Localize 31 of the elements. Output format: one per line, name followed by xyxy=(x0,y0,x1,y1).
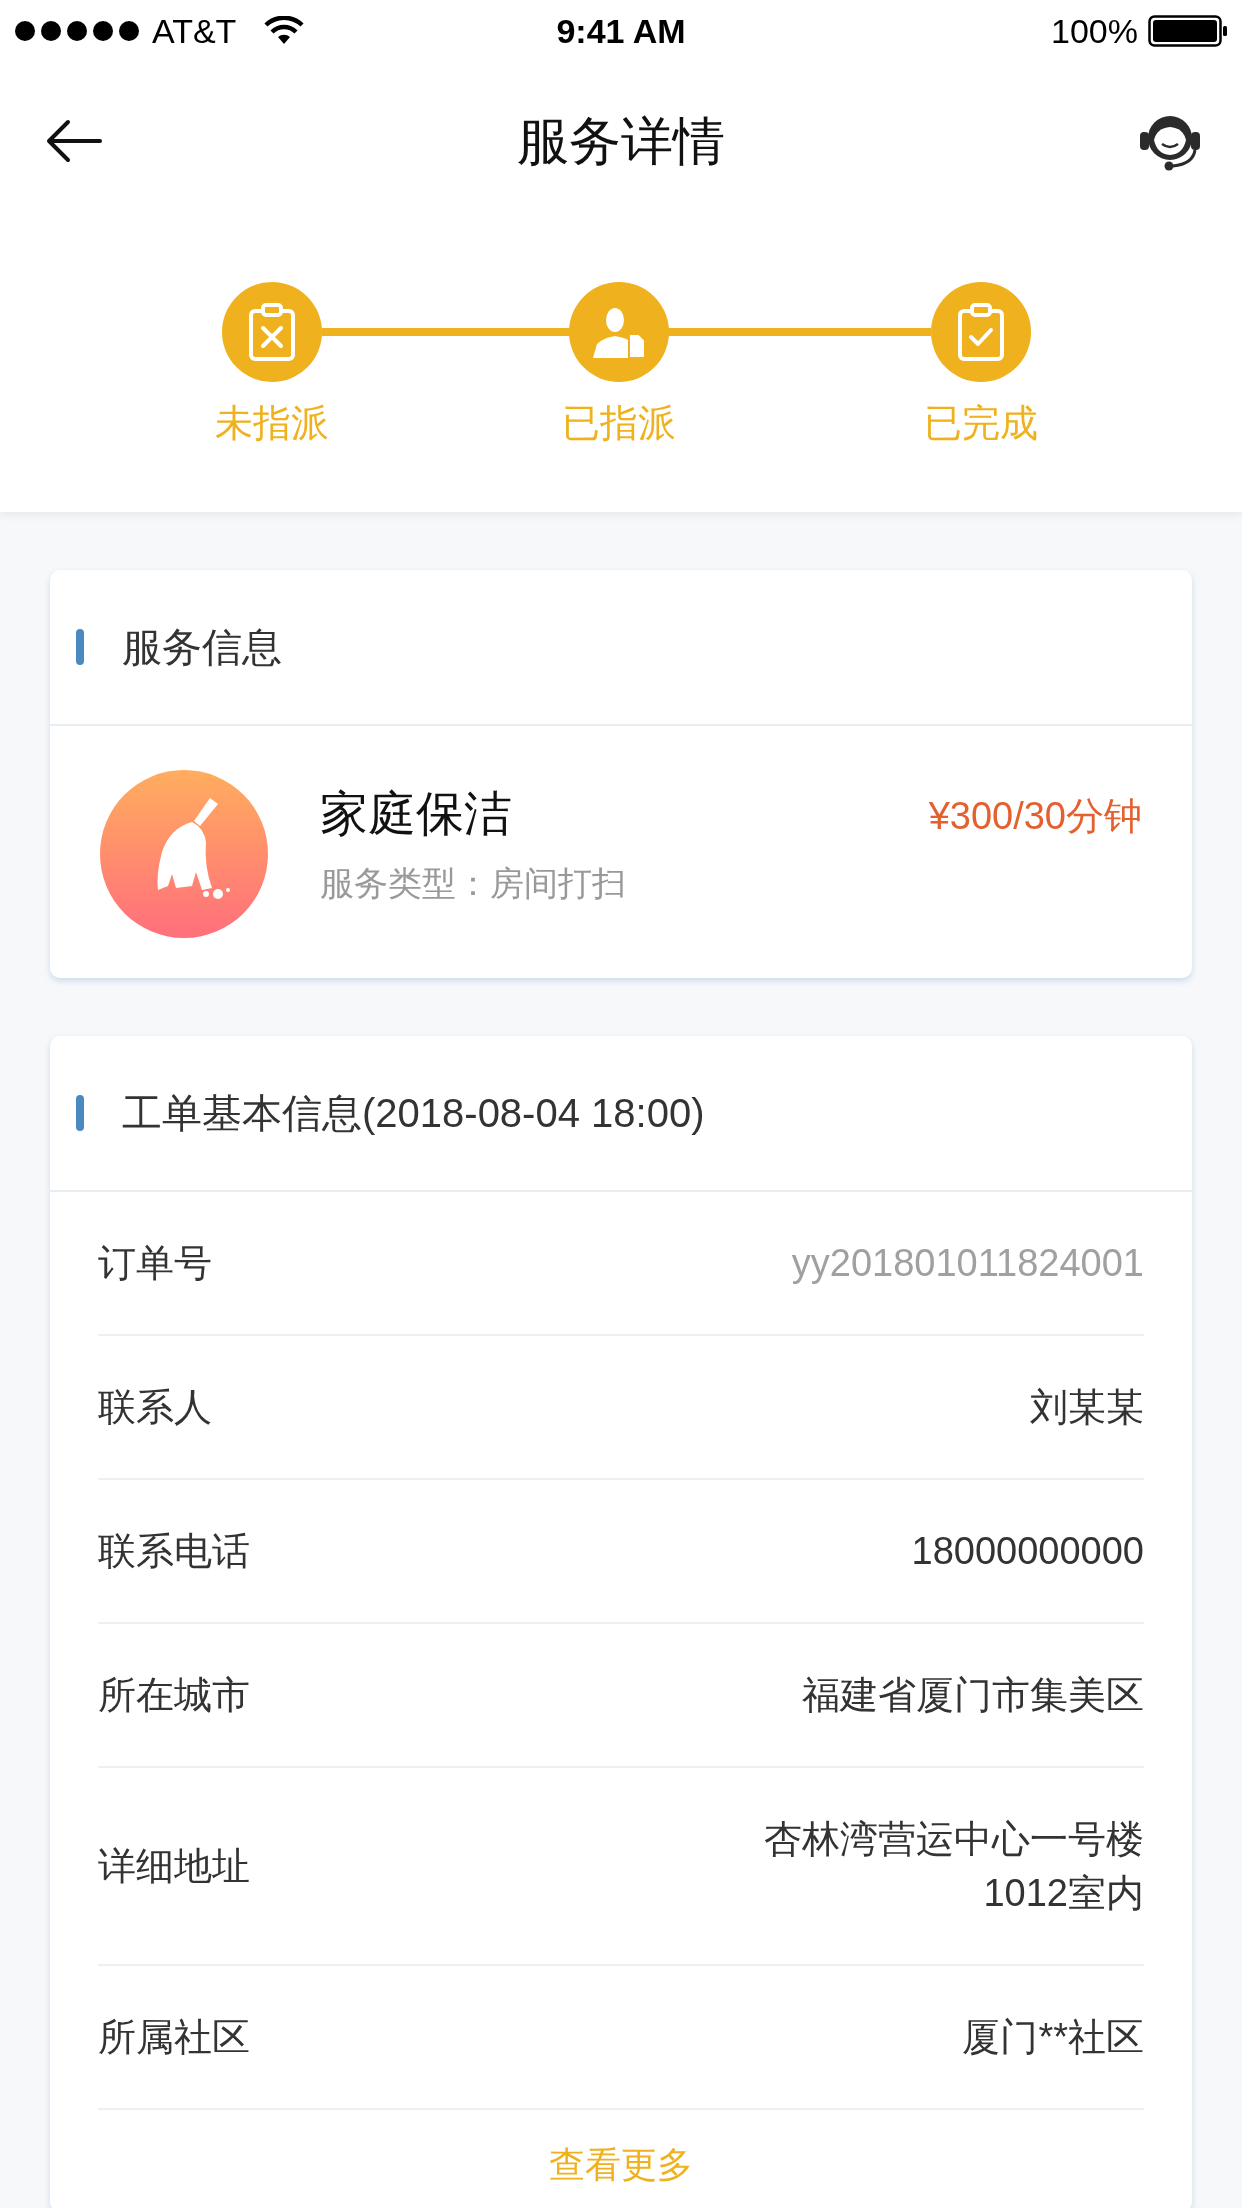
carrier-name: AT&T xyxy=(152,10,237,52)
wifi-icon xyxy=(264,16,305,46)
section-marker xyxy=(76,629,84,665)
signal-icon xyxy=(14,20,142,42)
field-label: 订单号 xyxy=(98,1241,212,1286)
field-value: 杏林湾营运中心一号楼 1012室内 xyxy=(764,1817,1144,1916)
section-marker xyxy=(76,1095,84,1131)
section-title: 服务信息 xyxy=(122,624,282,671)
field-label: 所在城市 xyxy=(98,1673,250,1718)
field-value: 18000000000 xyxy=(911,1529,1144,1574)
service-price: ¥300/30分钟 xyxy=(928,794,1142,839)
page-title: 服务详情 xyxy=(517,111,725,172)
service-name: 家庭保洁 xyxy=(320,786,513,842)
field-value: yy201801011824001 xyxy=(791,1241,1144,1286)
step-label: 未指派 xyxy=(215,404,329,442)
field-label: 所属社区 xyxy=(98,2015,250,2060)
clock-time: 9:41 AM xyxy=(556,10,686,52)
field-value: 厦门**社区 xyxy=(962,2015,1144,2060)
field-value: 刘某某 xyxy=(1030,1385,1144,1430)
view-more-link[interactable]: 查看更多 xyxy=(549,2138,693,2192)
section-title: 工单基本信息(2018-08-04 18:00) xyxy=(122,1090,705,1137)
field-label: 联系人 xyxy=(98,1385,212,1430)
battery-icon xyxy=(1148,15,1228,47)
service-type: 服务类型：房间打扫 xyxy=(320,863,626,904)
field-value: 福建省厦门市集美区 xyxy=(802,1673,1144,1718)
field-label: 联系电话 xyxy=(98,1529,250,1574)
field-label: 详细地址 xyxy=(98,1844,250,1889)
battery-percent: 100% xyxy=(1051,10,1138,52)
broom-icon xyxy=(100,770,268,938)
step-label: 已完成 xyxy=(924,404,1038,442)
step-label: 已指派 xyxy=(562,404,676,442)
